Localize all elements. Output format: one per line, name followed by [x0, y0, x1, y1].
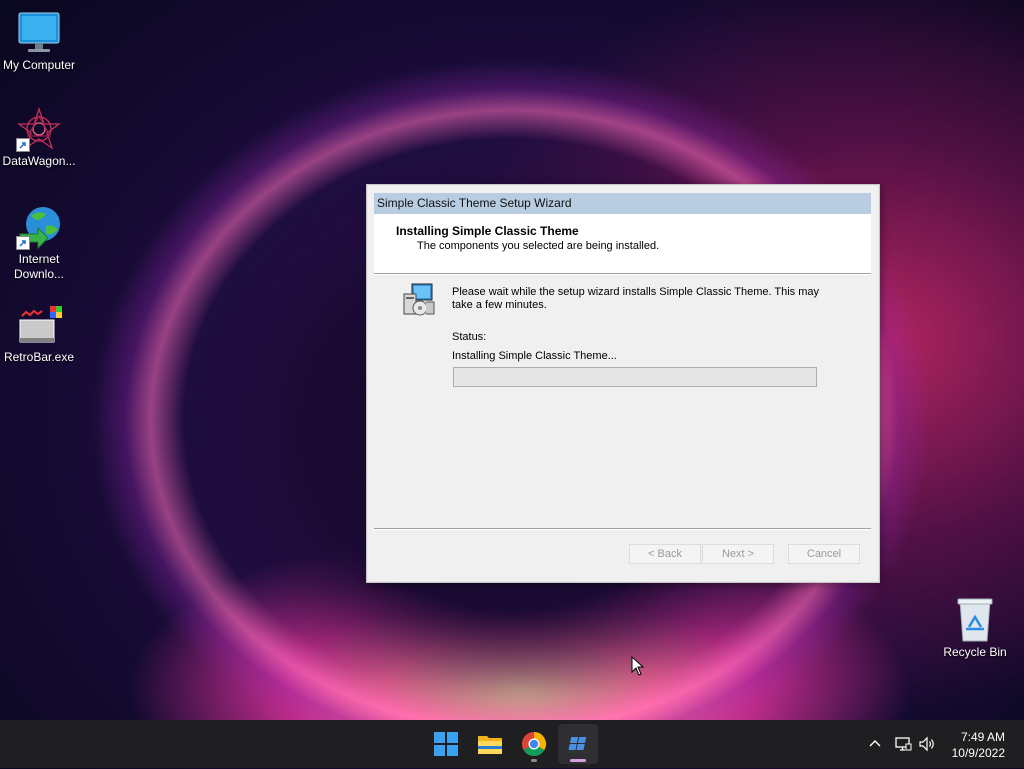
- desktop-icon-my-computer[interactable]: My Computer: [0, 10, 78, 73]
- taskbar-setup-wizard[interactable]: [558, 724, 598, 764]
- mouse-cursor-icon: [631, 655, 645, 681]
- install-description: Please wait while the setup wizard insta…: [452, 286, 820, 311]
- start-button[interactable]: [426, 724, 466, 764]
- desktop-icon-retrobar[interactable]: RetroBar.exe: [0, 302, 78, 365]
- taskbar-chrome[interactable]: [514, 724, 554, 764]
- recycle-bin-icon: [952, 597, 998, 643]
- dialog-title[interactable]: Simple Classic Theme Setup Wizard: [374, 193, 871, 214]
- clock-date: 10/9/2022: [951, 746, 1005, 760]
- chevron-up-icon[interactable]: [868, 737, 882, 751]
- file-explorer-icon: [478, 736, 502, 754]
- running-indicator: [531, 759, 537, 762]
- dialog-header: Installing Simple Classic Theme The comp…: [374, 214, 871, 273]
- next-button[interactable]: Next >: [702, 544, 774, 564]
- chrome-icon: [521, 732, 547, 757]
- back-button[interactable]: < Back: [629, 544, 701, 564]
- shortcut-arrow-icon: [16, 138, 30, 152]
- clock-time: 7:49 AM: [960, 730, 1005, 744]
- status-label: Status:: [452, 331, 487, 343]
- desktop-icon-label: My Computer: [2, 58, 76, 72]
- volume-icon[interactable]: [918, 735, 936, 753]
- internet-download-manager-icon: [16, 204, 62, 250]
- footer-divider: [374, 528, 871, 530]
- system-tray: [862, 720, 942, 768]
- desktop-icon-internet-download-manager[interactable]: Internet Downlo...: [0, 204, 78, 282]
- desktop-icon-label-line2: Downlo...: [13, 267, 65, 281]
- datawagon-icon: [16, 106, 62, 152]
- retrobar-icon: [16, 302, 62, 348]
- desktop-icon-recycle-bin[interactable]: Recycle Bin: [936, 597, 1014, 660]
- cancel-button[interactable]: Cancel: [788, 544, 860, 564]
- setup-wizard-icon: [566, 737, 590, 753]
- shortcut-arrow-icon: [16, 236, 30, 250]
- installer-computer-icon: [402, 282, 438, 318]
- desktop-icon-label: RetroBar.exe: [3, 350, 75, 364]
- clock[interactable]: 7:49 AM 10/9/2022: [952, 729, 1005, 761]
- windows-start-icon: [434, 732, 458, 756]
- desktop-icon-label-line1: Internet: [18, 252, 60, 266]
- monitor-icon: [16, 10, 62, 56]
- header-title: Installing Simple Classic Theme: [396, 224, 579, 238]
- setup-wizard-dialog: Simple Classic Theme Setup Wizard Instal…: [366, 184, 880, 583]
- desktop-icon-datawagon[interactable]: DataWagon...: [0, 106, 78, 169]
- network-icon[interactable]: [894, 735, 912, 753]
- install-progress-bar: [453, 367, 817, 387]
- desktop-icon-label: Recycle Bin: [943, 645, 1007, 659]
- status-text: Installing Simple Classic Theme...: [452, 350, 617, 362]
- header-divider: [374, 273, 871, 275]
- header-subtitle: The components you selected are being in…: [417, 240, 660, 252]
- desktop-icon-label: DataWagon...: [2, 154, 76, 168]
- taskbar: 7:49 AM 10/9/2022: [0, 720, 1024, 768]
- taskbar-file-explorer[interactable]: [470, 724, 510, 764]
- active-indicator: [570, 759, 586, 762]
